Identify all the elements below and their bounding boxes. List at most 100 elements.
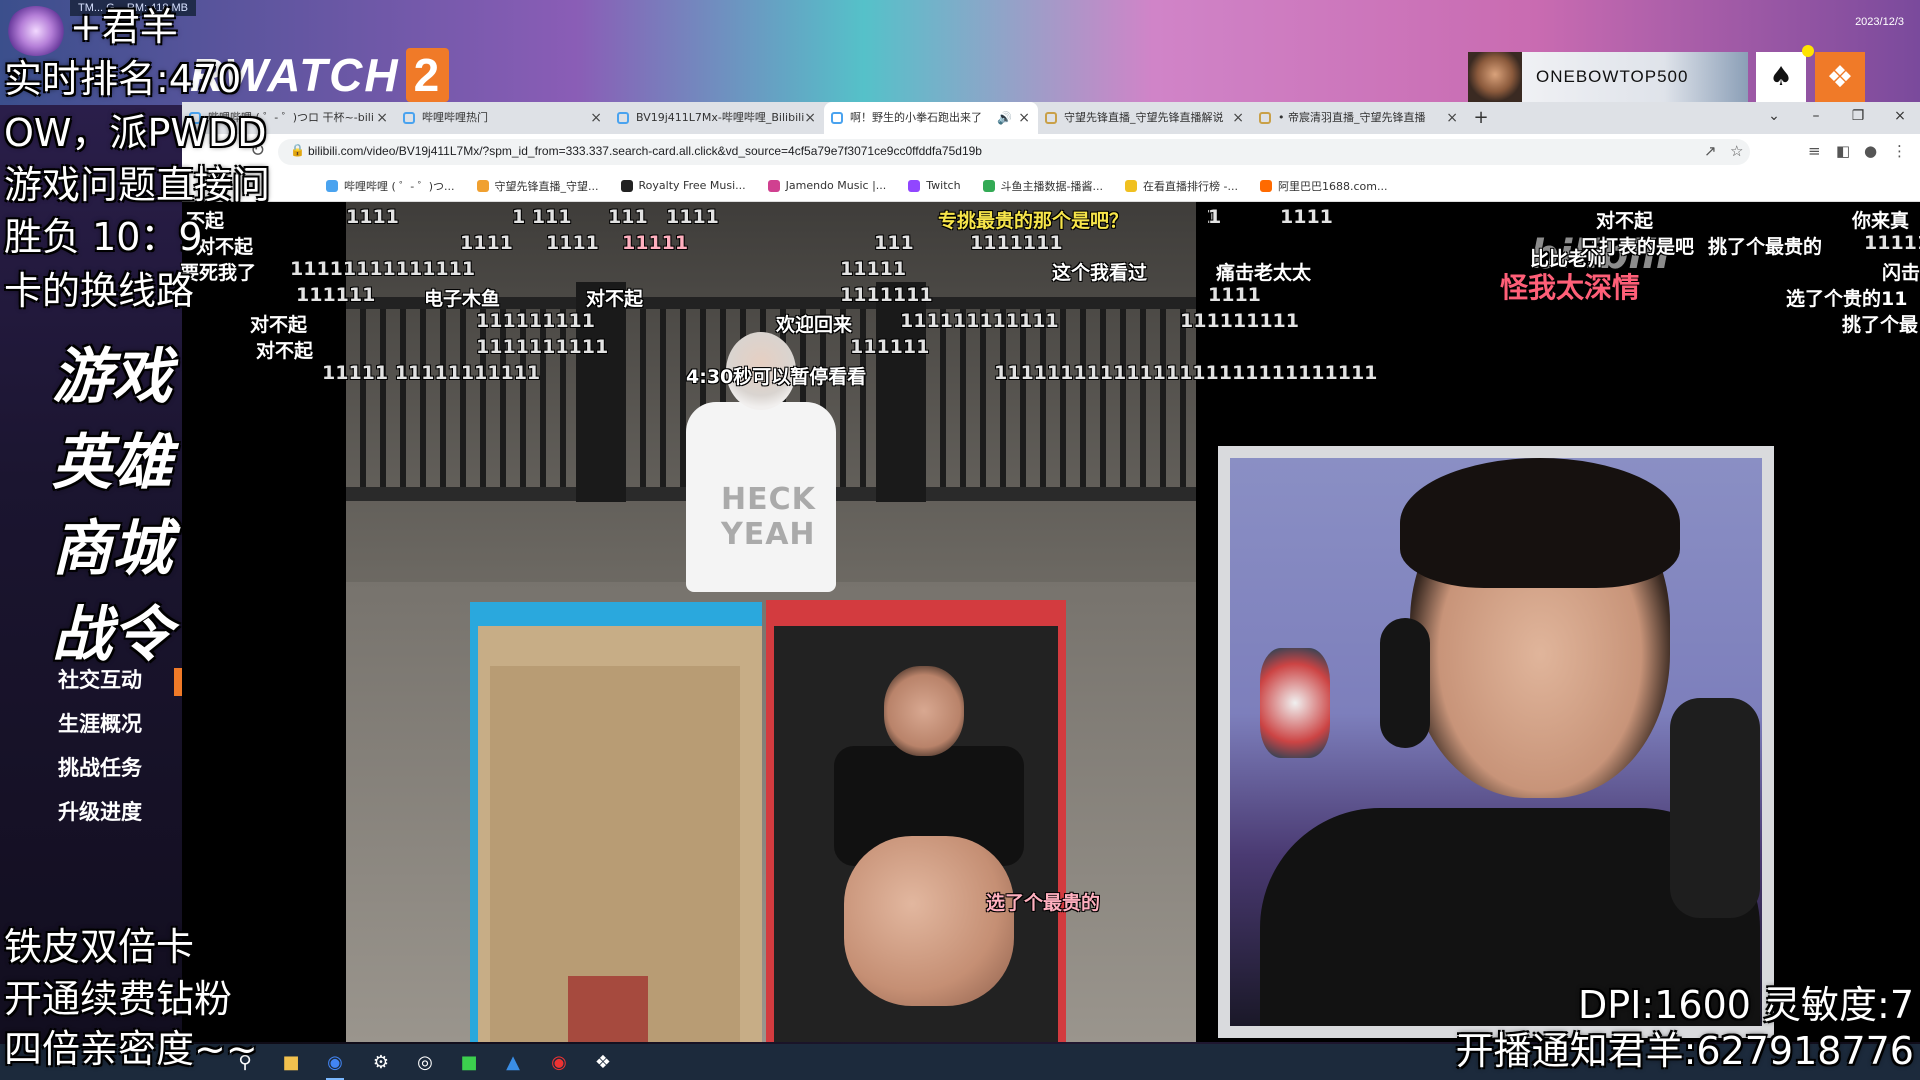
overwatch-icon[interactable]: ❖ — [588, 1048, 618, 1076]
danmaku-comment: 111111111 — [476, 310, 595, 332]
bookmark-item[interactable]: 斗鱼主播数据-播酱... — [982, 178, 1104, 194]
bookmark-item[interactable]: 在看直播排行榜 -... — [1125, 178, 1238, 194]
address-bar[interactable]: 🔒 bilibili.com/video/BV19j411L7Mx/?spm_i… — [278, 139, 1750, 165]
bilibili-favicon-icon — [403, 112, 415, 124]
headphones — [1380, 618, 1430, 748]
microphone — [1670, 698, 1760, 918]
menu-icon[interactable]: ⋮ — [1892, 142, 1907, 160]
danmaku-comment: 专挑最贵的那个是吧？ — [938, 210, 1129, 232]
danmaku-comment: 这个我看过 — [1052, 262, 1148, 284]
new-tab-button[interactable]: + — [1466, 102, 1496, 134]
alibaba-icon — [1260, 179, 1272, 192]
danmaku-comment: 电子木鱼 — [424, 288, 501, 310]
bookmark-item[interactable]: 阿里巴巴1688.com... — [1260, 178, 1387, 194]
overlay-line: 胜负 10：9 — [4, 215, 203, 259]
tab-strip: 哔哩哔哩 ( ゜- ゜)つロ 干杯~-bili × 哔哩哔哩热门 × BV19j41… — [182, 102, 1496, 134]
file-explorer-icon[interactable]: ■ — [276, 1048, 306, 1076]
steam-icon[interactable]: ⚙ — [366, 1048, 396, 1076]
figurine — [1260, 648, 1330, 758]
speaker-icon[interactable]: 🔊 — [997, 102, 1012, 134]
red-box — [766, 600, 1066, 1042]
profile-icon[interactable]: ● — [1864, 142, 1877, 160]
close-icon[interactable]: × — [376, 102, 388, 134]
close-window-button[interactable]: × — [1880, 102, 1920, 134]
head — [884, 666, 964, 756]
brick — [568, 976, 648, 1042]
menu-item-progress[interactable]: 升级进度 — [58, 794, 142, 838]
danmaku-comment: 11111 — [622, 232, 689, 254]
danmaku-comment: 11111111111111111111111111111 — [994, 362, 1378, 384]
danmaku-comment: 1 111 — [512, 206, 572, 228]
close-icon[interactable]: × — [1446, 102, 1458, 134]
danmaku-comment: 1 — [1208, 206, 1222, 228]
douyu-icon — [476, 179, 489, 192]
lock-icon[interactable]: 🔒 — [290, 143, 305, 157]
minimize-button[interactable]: – — [1796, 102, 1836, 134]
netease-icon[interactable]: ◉ — [544, 1048, 574, 1076]
tab-active-video[interactable]: 啊！野生的小拳石跑出来了 🔊 × — [824, 102, 1038, 134]
overlay-italic-line: 英雄 — [52, 428, 172, 498]
close-icon[interactable]: × — [804, 102, 816, 134]
bookmark-label: Jamendo Music |... — [785, 179, 887, 192]
tencent-icon[interactable]: ▲ — [498, 1048, 528, 1076]
stats-icon — [982, 179, 995, 192]
overlay-line: 四倍亲密度~~ — [4, 1027, 258, 1071]
tab-search-icon[interactable]: ⌄ — [1754, 102, 1794, 134]
overlay-line: OW，派PWDD — [4, 111, 267, 155]
bookmark-label: 斗鱼主播数据-播酱... — [1000, 179, 1104, 193]
side-panel-icon[interactable]: ◧ — [1836, 142, 1850, 160]
bookmark-label: 阿里巴巴1688.com... — [1278, 179, 1388, 193]
bookmark-item[interactable]: Jamendo Music |... — [767, 179, 887, 192]
overlay-line: 卡的换线路 — [4, 269, 195, 313]
danmaku-comment: 怪我太深情 — [1500, 271, 1641, 304]
danmaku-comment: 111111111111 — [900, 310, 1059, 332]
bilibili-favicon-icon — [831, 112, 843, 124]
share-icon[interactable]: ↗ — [1704, 142, 1717, 160]
danmaku-comment: 痛击老太太 — [1216, 262, 1312, 284]
bookmark-label: Twitch — [926, 179, 961, 192]
player-profile[interactable]: ONEBOWTOP500 — [1468, 52, 1748, 102]
social-icon[interactable]: ♠ — [1756, 52, 1806, 102]
menu-item-challenges[interactable]: 挑战任务 — [58, 750, 142, 794]
overlay-line: 铁皮双倍卡 — [4, 925, 195, 969]
player-name: ONEBOWTOP500 — [1536, 67, 1689, 86]
danmaku-comment: 只打表的是吧 — [1580, 236, 1695, 258]
close-icon[interactable]: × — [1018, 102, 1030, 134]
tab-bilibili-video[interactable]: BV19j411L7Mx-哔哩哔哩_Bilibili × — [610, 102, 824, 134]
bookmark-item[interactable]: Twitch — [908, 179, 961, 192]
overwatch-menu-icon[interactable]: ❖ — [1815, 52, 1865, 102]
danmaku-comment: 111111 — [850, 336, 930, 358]
close-icon[interactable]: × — [1232, 102, 1244, 134]
danmaku-comment: 1111 — [460, 232, 513, 254]
tab-title: BV19j411L7Mx-哔哩哔哩_Bilibili — [636, 111, 805, 124]
danmaku-comment: 欢迎回来 — [776, 314, 853, 336]
tab-bilibili-hot[interactable]: 哔哩哔哩热门 × — [396, 102, 610, 134]
blue-box — [470, 602, 762, 1042]
bookmark-item[interactable]: 守望先锋直播_守望... — [476, 178, 599, 194]
wechat-icon[interactable]: ■ — [454, 1048, 484, 1076]
close-icon[interactable]: × — [590, 102, 602, 134]
game-side-menu: 社交互动 生涯概况 挑战任务 升级进度 — [58, 662, 142, 838]
reading-list-icon[interactable]: ≡ — [1808, 142, 1821, 160]
danmaku-comment: 对不起 — [1596, 210, 1654, 232]
restore-button[interactable]: ❐ — [1838, 102, 1878, 134]
overlay-line: 实时排名:470 — [4, 57, 242, 101]
music-icon — [620, 179, 633, 192]
danmaku-comment: 选了个贵的11 — [1786, 288, 1908, 310]
tab-title: 守望先锋直播_守望先锋直播解说 — [1064, 111, 1224, 124]
avatar — [1468, 52, 1522, 102]
bookmark-item[interactable]: Royalty Free Musi... — [620, 179, 746, 192]
webcam-feed — [1230, 458, 1762, 1026]
tab-ow-stream[interactable]: 守望先锋直播_守望先锋直播解说 × — [1038, 102, 1252, 134]
danmaku-comment: 挑了个最 — [1842, 314, 1919, 336]
bookmark-star-icon[interactable]: ☆ — [1730, 142, 1743, 160]
danmaku-comment: 1111111111 — [476, 336, 609, 358]
menu-item-career[interactable]: 生涯概况 — [58, 706, 142, 750]
bookmark-item[interactable]: 哔哩哔哩 ( ゜- ゜)つ... — [326, 178, 455, 194]
danmaku-comment: 11111 — [840, 258, 907, 280]
tab-title: 啊！野生的小拳石跑出来了 — [850, 111, 982, 124]
overlay-italic-line: 游戏 — [52, 342, 172, 412]
tab-ow-stream-2[interactable]: • 帝宸清羽直播_守望先锋直播 × — [1252, 102, 1466, 134]
chrome-icon[interactable]: ◉ — [320, 1048, 350, 1080]
obs-icon[interactable]: ◎ — [410, 1048, 440, 1076]
